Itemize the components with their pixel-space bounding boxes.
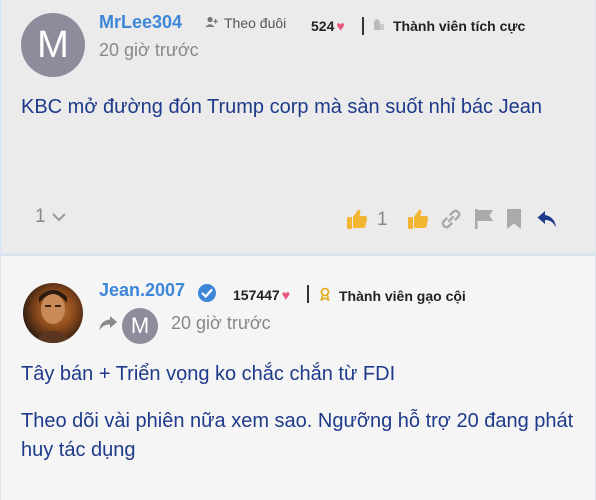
likes-received: 157447 ♥ — [233, 287, 290, 303]
post-text: KBC mở đường đón Trump corp mà sàn suốt … — [21, 96, 542, 118]
link-icon — [440, 209, 462, 234]
like-button[interactable] — [346, 208, 368, 235]
follow-label: Theo đuôi — [224, 15, 287, 31]
thumbs-up-icon — [407, 209, 429, 234]
rank-label: Thành viên tích cực — [393, 18, 526, 34]
divider — [362, 17, 364, 35]
verified-icon — [197, 283, 217, 308]
reply-icon — [536, 211, 558, 233]
heart-icon: ♥ — [281, 287, 291, 303]
avatar[interactable] — [23, 283, 83, 343]
share-arrow-icon — [98, 314, 118, 337]
username[interactable]: MrLee304 — [99, 12, 182, 33]
divider — [307, 285, 309, 303]
thumbs-up-icon — [346, 209, 368, 234]
username[interactable]: Jean.2007 — [99, 280, 185, 301]
bookmark-button[interactable] — [505, 208, 523, 235]
post-time[interactable]: 20 giờ trước — [171, 313, 271, 334]
post-time[interactable]: 20 giờ trước — [99, 40, 199, 61]
likes-count: 524 — [311, 18, 335, 34]
rank-badge: Thành viên tích cực — [373, 18, 525, 34]
heart-icon: ♥ — [336, 18, 345, 34]
rank-icon — [319, 287, 331, 304]
follow-icon — [205, 15, 219, 31]
bookmark-icon — [505, 209, 523, 234]
follow-button[interactable]: Theo đuôi — [205, 15, 286, 31]
post-body: KBC mở đường đón Trump corp mà sàn suốt … — [21, 93, 561, 122]
like-toggle-button[interactable] — [407, 208, 429, 235]
replies-toggle[interactable]: 1 — [35, 206, 66, 228]
likes-count: 157447 — [233, 287, 280, 303]
likes-received: 524 ♥ — [311, 18, 345, 34]
flag-button[interactable] — [473, 208, 495, 235]
flag-icon — [473, 209, 495, 234]
post-text-line-2: Theo dõi vài phiên nữa xem sao. Ngưỡng h… — [21, 410, 574, 461]
post-body: Tây bán + Triển vọng ko chắc chắn từ FDI… — [21, 360, 576, 465]
post-jean2007: Jean.2007 157447 ♥ Thành viên gạo cội M … — [0, 253, 596, 500]
post-mrlee304: M MrLee304 Theo đuôi 524 ♥ Thành viên tí… — [0, 0, 596, 253]
rank-icon — [373, 18, 385, 34]
avatar[interactable]: M — [21, 13, 85, 77]
reply-button[interactable] — [536, 209, 558, 234]
reply-to-avatar[interactable]: M — [122, 308, 158, 344]
post-actions: 1 1 — [1, 200, 596, 240]
chevron-down-icon — [51, 206, 66, 228]
rank-label: Thành viên gạo cội — [339, 287, 466, 304]
replies-count: 1 — [35, 206, 46, 227]
copy-link-button[interactable] — [440, 208, 462, 235]
post-text-line-1: Tây bán + Triển vọng ko chắc chắn từ FDI — [21, 363, 396, 385]
rank-badge: Thành viên gạo cội — [319, 287, 466, 304]
like-count: 1 — [377, 209, 388, 230]
